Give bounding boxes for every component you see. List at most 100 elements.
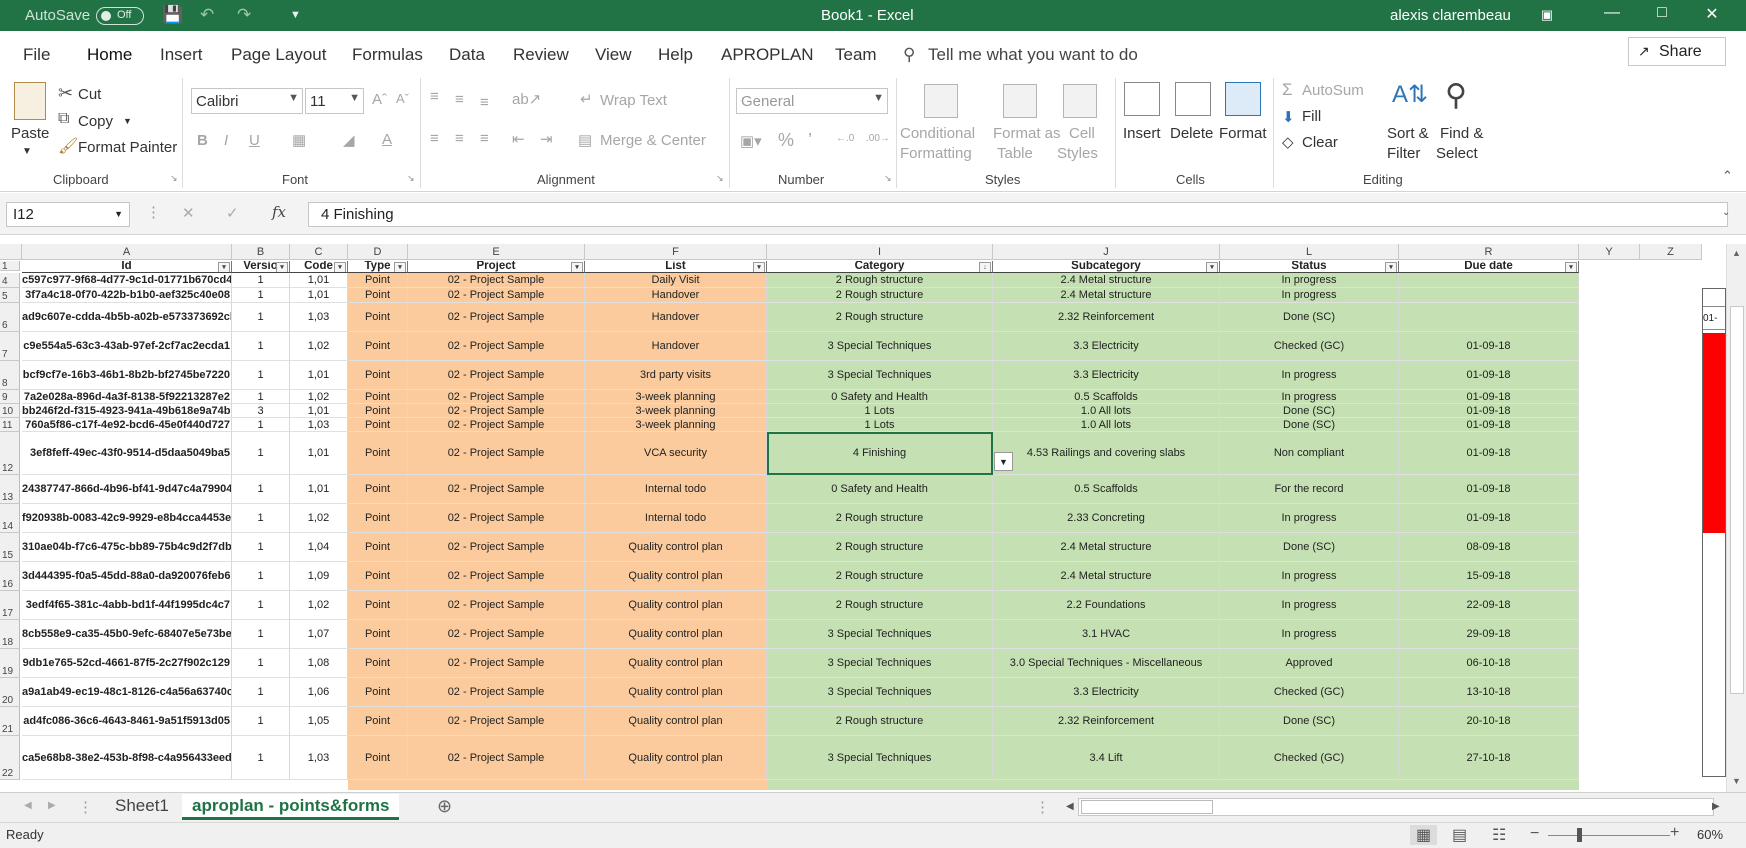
cell-due[interactable]: 27-10-18 xyxy=(1399,736,1579,780)
cell-type[interactable]: Point xyxy=(348,361,408,390)
cell-v[interactable]: 1 xyxy=(232,707,290,736)
cell-sub[interactable]: 3.3 Electricity xyxy=(993,361,1220,390)
cell-sub[interactable]: 1.0 All lots xyxy=(993,418,1220,432)
cell-cat[interactable]: 2 Rough structure xyxy=(767,533,993,562)
enter-icon[interactable]: ✓ xyxy=(226,204,239,222)
cell-status[interactable]: Done (SC) xyxy=(1220,418,1399,432)
cell-status[interactable]: In progress xyxy=(1220,620,1399,649)
cell-list[interactable]: Handover xyxy=(585,332,767,361)
cell-status[interactable]: Approved xyxy=(1220,649,1399,678)
cell-v[interactable]: 1 xyxy=(232,591,290,620)
cell-code[interactable]: 1,01 xyxy=(290,404,348,418)
row-header[interactable]: 10 xyxy=(0,404,20,418)
insert-function-icon[interactable]: fx xyxy=(272,203,286,221)
comma-style-icon[interactable]: ’ xyxy=(808,130,812,151)
cell-id[interactable]: 3edf4f65-381c-4abb-bd1f-44f1995dc4c7 xyxy=(22,591,232,620)
cell-v[interactable]: 3 xyxy=(232,404,290,418)
row-header[interactable]: 8 xyxy=(0,361,20,390)
cell-cat[interactable]: 2 Rough structure xyxy=(767,591,993,620)
cell-project[interactable]: 02 - Project Sample xyxy=(408,591,585,620)
row-header[interactable]: 22 xyxy=(0,736,20,780)
cell-status[interactable]: Done (SC) xyxy=(1220,707,1399,736)
cell-cat[interactable]: 2 Rough structure xyxy=(767,303,993,332)
cell-due[interactable]: 01-09-18 xyxy=(1399,475,1579,504)
tab-view[interactable]: View xyxy=(595,45,632,65)
cell-type[interactable]: Point xyxy=(348,404,408,418)
row-header[interactable]: 7 xyxy=(0,332,20,361)
header-cell[interactable]: Due date ▾ xyxy=(1399,261,1579,273)
row-header[interactable]: 11 xyxy=(0,418,20,432)
split-handle-icon[interactable]: ⋮ xyxy=(1035,798,1050,816)
cell-v[interactable]: 1 xyxy=(232,288,290,303)
cell-type[interactable]: Point xyxy=(348,736,408,780)
increase-decimal-icon[interactable]: ←.0 xyxy=(836,133,854,144)
cell-id[interactable]: c597c977-9f68-4d77-9c1d-01771b670cd4 xyxy=(22,273,232,288)
top-align-icon[interactable]: ≡ xyxy=(430,88,439,105)
scroll-right-icon[interactable]: ▶ xyxy=(1712,801,1720,812)
cell-status[interactable]: Checked (GC) xyxy=(1220,678,1399,707)
number-launcher-icon[interactable]: ↘ xyxy=(884,173,892,184)
cell-list[interactable]: Handover xyxy=(585,303,767,332)
cell-due[interactable]: 22-09-18 xyxy=(1399,591,1579,620)
cell-cat[interactable]: 3 Special Techniques xyxy=(767,678,993,707)
cell-code[interactable]: 1,09 xyxy=(290,562,348,591)
cell-code[interactable]: 1,01 xyxy=(290,288,348,303)
cell-id[interactable]: bb246f2d-f315-4923-941a-49b618e9a74b xyxy=(22,404,232,418)
cell-project[interactable]: 02 - Project Sample xyxy=(408,562,585,591)
cell-v[interactable]: 1 xyxy=(232,418,290,432)
cell-v[interactable]: 1 xyxy=(232,390,290,404)
cell-sub[interactable]: 0.5 Scaffolds xyxy=(993,475,1220,504)
cell-due[interactable]: 29-09-18 xyxy=(1399,620,1579,649)
scroll-down-icon[interactable]: ▼ xyxy=(1732,776,1741,786)
cell-sub[interactable]: 2.33 Concreting xyxy=(993,504,1220,533)
column-header[interactable]: B xyxy=(232,244,290,260)
maximize-icon[interactable]: □ xyxy=(1650,4,1674,22)
cell-project[interactable]: 02 - Project Sample xyxy=(408,707,585,736)
cell-cat[interactable]: 3 Special Techniques xyxy=(767,332,993,361)
column-header[interactable]: C xyxy=(290,244,348,260)
save-icon[interactable]: 💾 xyxy=(162,5,183,25)
cell-sub[interactable]: 3.3 Electricity xyxy=(993,332,1220,361)
column-header[interactable]: I xyxy=(767,244,993,260)
cell-sub[interactable]: 4.53 Railings and covering slabs xyxy=(993,432,1220,475)
cell-id[interactable]: 310ae04b-f7c6-475c-bb89-75b4c9d2f7db xyxy=(22,533,232,562)
name-box[interactable]: I12 ▼ xyxy=(6,202,130,227)
cell-project[interactable]: 02 - Project Sample xyxy=(408,404,585,418)
new-sheet-icon[interactable]: ⊕ xyxy=(437,796,452,817)
cell-v[interactable]: 1 xyxy=(232,273,290,288)
filter-dropdown-icon[interactable]: ▾ xyxy=(1565,262,1577,272)
cell-list[interactable]: Quality control plan xyxy=(585,736,767,780)
cell-status[interactable]: Done (SC) xyxy=(1220,404,1399,418)
cell-v[interactable]: 1 xyxy=(232,332,290,361)
cell-v[interactable]: 1 xyxy=(232,303,290,332)
normal-view-icon[interactable]: ▦ xyxy=(1410,825,1438,845)
cell-v[interactable]: 1 xyxy=(232,736,290,780)
row-header[interactable]: 5 xyxy=(0,288,20,303)
cell-v[interactable]: 1 xyxy=(232,504,290,533)
header-cell[interactable]: Type ▾ xyxy=(348,261,408,273)
zoom-level[interactable]: 60% xyxy=(1697,827,1723,842)
cell-code[interactable]: 1,02 xyxy=(290,332,348,361)
row-header[interactable]: 16 xyxy=(0,562,20,591)
sheet-tab-aproplan[interactable]: aproplan - points&forms xyxy=(182,794,400,820)
orientation-icon[interactable]: ab↗ xyxy=(512,90,541,108)
tab-file[interactable]: File xyxy=(23,45,50,65)
undo-icon[interactable]: ↶ xyxy=(200,5,214,25)
cell-project[interactable]: 02 - Project Sample xyxy=(408,288,585,303)
cell-code[interactable]: 1,03 xyxy=(290,736,348,780)
clear-button[interactable]: Clear xyxy=(1302,134,1338,151)
cell-id[interactable]: bcf9cf7e-16b3-46b1-8b2b-bf2745be7220 xyxy=(22,361,232,390)
page-break-view-icon[interactable]: ☷ xyxy=(1492,825,1506,845)
customize-qat-icon[interactable]: ▼ xyxy=(290,9,301,21)
cell-due[interactable] xyxy=(1399,303,1579,332)
cell-list[interactable]: 3rd party visits xyxy=(585,361,767,390)
cell-status[interactable]: Checked (GC) xyxy=(1220,332,1399,361)
cell-cat[interactable]: 0 Safety and Health xyxy=(767,390,993,404)
align-left-icon[interactable]: ≡ xyxy=(430,130,439,147)
cell-id[interactable]: ad9c607e-cdda-4b5b-a02b-e573373692cb xyxy=(22,303,232,332)
cell-type[interactable]: Point xyxy=(348,288,408,303)
cell-status[interactable]: Non compliant xyxy=(1220,432,1399,475)
cell-sub[interactable]: 3.1 HVAC xyxy=(993,620,1220,649)
cell-project[interactable]: 02 - Project Sample xyxy=(408,736,585,780)
tab-help[interactable]: Help xyxy=(658,45,693,65)
